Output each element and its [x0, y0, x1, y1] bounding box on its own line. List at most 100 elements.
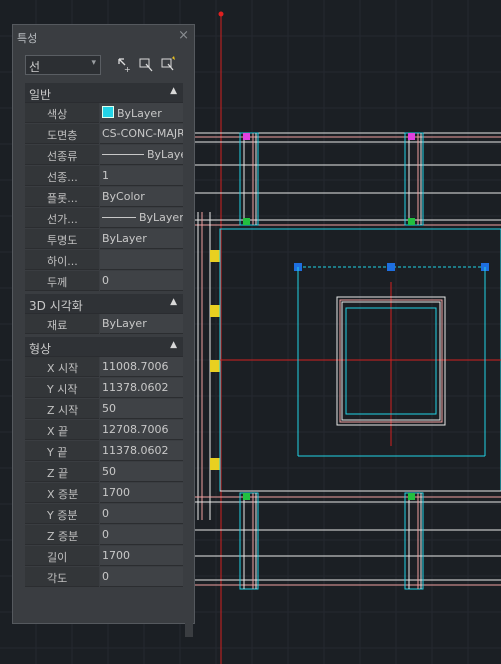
prop-label: 플롯... [25, 187, 99, 207]
prop-value[interactable]: ByLayer [100, 208, 183, 228]
prop-label: Z 끝 [25, 462, 99, 482]
bottom-beam [195, 490, 501, 586]
prop-row-end-y[interactable]: Y 끝 11378.0602 [25, 441, 183, 462]
prop-row-end-x[interactable]: X 끝 12708.7006 [25, 420, 183, 441]
prop-row-delta-x[interactable]: X 증분 1700 [25, 483, 183, 504]
ucs-origin-marker [218, 11, 224, 17]
prop-value[interactable]: 50 [100, 462, 183, 482]
prop-label: 각도 [25, 567, 99, 587]
prop-label: 길이 [25, 546, 99, 566]
prop-label: 하이... [25, 250, 99, 270]
prop-value[interactable]: 0 [100, 525, 183, 545]
select-objects-icon [139, 58, 153, 72]
prop-value[interactable]: 0 [100, 271, 183, 291]
object-type-value: 선 [29, 60, 41, 74]
prop-value[interactable]: 11008.7006 [100, 357, 183, 377]
prop-row-end-z[interactable]: Z 끝 50 [25, 462, 183, 483]
prop-row-delta-y[interactable]: Y 증분 0 [25, 504, 183, 525]
prop-label: 두께 [25, 271, 99, 291]
prop-value[interactable]: 11378.0602 [100, 378, 183, 398]
prop-label: Z 증분 [25, 525, 99, 545]
palette-title: 특성 [17, 32, 38, 45]
prop-row-linetype-scale[interactable]: 선종... 1 [25, 166, 183, 187]
prop-row-color[interactable]: 색상 ByLayer [25, 103, 183, 124]
section-3d-visualization[interactable]: 3D 시각화 ▲ [25, 294, 183, 314]
prop-value[interactable]: 50 [100, 399, 183, 419]
toggle-pickadd-icon: + [118, 58, 131, 74]
prop-row-transparency[interactable]: 투명도 ByLayer [25, 229, 183, 250]
object-type-dropdown[interactable]: 선 ▾ [25, 55, 101, 75]
prop-value[interactable]: 12708.7006 [100, 420, 183, 440]
palette-scrollbar[interactable] [185, 83, 193, 637]
prop-row-layer[interactable]: 도면층 CS-CONC-MAJR [25, 124, 183, 145]
section-general-title: 일반 [29, 88, 52, 102]
prop-row-linetype[interactable]: 선종류 ByLayer [25, 145, 183, 166]
svg-text:+: + [124, 65, 131, 74]
prop-value[interactable]: 1 [100, 166, 183, 186]
collapse-icon[interactable]: ▲ [170, 340, 177, 350]
prop-label: X 증분 [25, 483, 99, 503]
property-grid: 일반 ▲ 색상 ByLayer 도면층 CS-CONC-MAJR 선종류 ByL… [25, 83, 183, 588]
prop-value[interactable]: 1700 [100, 483, 183, 503]
column-top-right [404, 132, 424, 226]
grip-mid[interactable] [387, 263, 395, 271]
toggle-pickadd-button[interactable]: + [115, 55, 133, 75]
quick-select-icon [161, 56, 175, 71]
section-general[interactable]: 일반 ▲ [25, 83, 183, 103]
section-visualization-title: 3D 시각화 [29, 299, 83, 313]
prop-value[interactable]: ByLayer [100, 314, 183, 334]
prop-label: 재료 [25, 314, 99, 334]
prop-value[interactable]: 0 [100, 504, 183, 524]
prop-row-length[interactable]: 길이 1700 [25, 546, 183, 567]
prop-value[interactable]: 11378.0602 [100, 441, 183, 461]
prop-value[interactable]: 0 [100, 567, 183, 587]
prop-row-lineweight[interactable]: 선가... ByLayer [25, 208, 183, 229]
prop-label: 색상 [25, 103, 99, 123]
close-icon[interactable]: × [178, 28, 189, 43]
prop-label: 선종류 [25, 145, 99, 165]
lineweight-preview [102, 217, 136, 218]
linetype-preview [102, 154, 144, 155]
top-beam [195, 132, 501, 230]
prop-row-thickness[interactable]: 두께 0 [25, 271, 183, 292]
collapse-icon[interactable]: ▲ [170, 297, 177, 307]
select-objects-button[interactable] [137, 55, 155, 75]
prop-row-hyperlink[interactable]: 하이... [25, 250, 183, 271]
color-swatch [102, 106, 114, 118]
prop-value[interactable]: ByLayer [100, 103, 183, 123]
prop-row-material[interactable]: 재료 ByLayer [25, 314, 183, 335]
prop-value[interactable]: ByLayer [100, 145, 183, 165]
prop-label: 선가... [25, 208, 99, 228]
column-bottom-left [239, 492, 259, 590]
section-geometry-title: 형상 [29, 342, 52, 356]
prop-row-start-z[interactable]: Z 시작 50 [25, 399, 183, 420]
quick-select-button[interactable] [159, 55, 177, 75]
section-geometry[interactable]: 형상 ▲ [25, 337, 183, 357]
prop-value[interactable]: ByColor [100, 187, 183, 207]
chevron-down-icon: ▾ [91, 58, 96, 68]
collapse-icon[interactable]: ▲ [170, 86, 177, 96]
column-top-left [239, 132, 259, 226]
prop-value[interactable]: CS-CONC-MAJR [100, 124, 183, 144]
prop-row-plotstyle[interactable]: 플롯... ByColor [25, 187, 183, 208]
prop-label: 선종... [25, 166, 99, 186]
properties-palette: 특성 × 선 ▾ + 일반 ▲ 색상 ByLayer 도면층 CS-CONC-M… [12, 24, 195, 637]
prop-row-delta-z[interactable]: Z 증분 0 [25, 525, 183, 546]
prop-label: Y 끝 [25, 441, 99, 461]
left-wall [197, 212, 220, 520]
prop-label: 투명도 [25, 229, 99, 249]
column-bottom-right [404, 492, 424, 590]
prop-row-start-x[interactable]: X 시작 11008.7006 [25, 357, 183, 378]
prop-value[interactable]: 1700 [100, 546, 183, 566]
prop-row-angle[interactable]: 각도 0 [25, 567, 183, 588]
prop-label: X 끝 [25, 420, 99, 440]
prop-row-start-y[interactable]: Y 시작 11378.0602 [25, 378, 183, 399]
palette-titlebar[interactable]: 특성 × [13, 25, 194, 47]
prop-value[interactable] [100, 250, 183, 270]
prop-label: X 시작 [25, 357, 99, 377]
prop-label: Y 증분 [25, 504, 99, 524]
prop-value[interactable]: ByLayer [100, 229, 183, 249]
prop-label: Y 시작 [25, 378, 99, 398]
prop-label: Z 시작 [25, 399, 99, 419]
prop-label: 도면층 [25, 124, 99, 144]
